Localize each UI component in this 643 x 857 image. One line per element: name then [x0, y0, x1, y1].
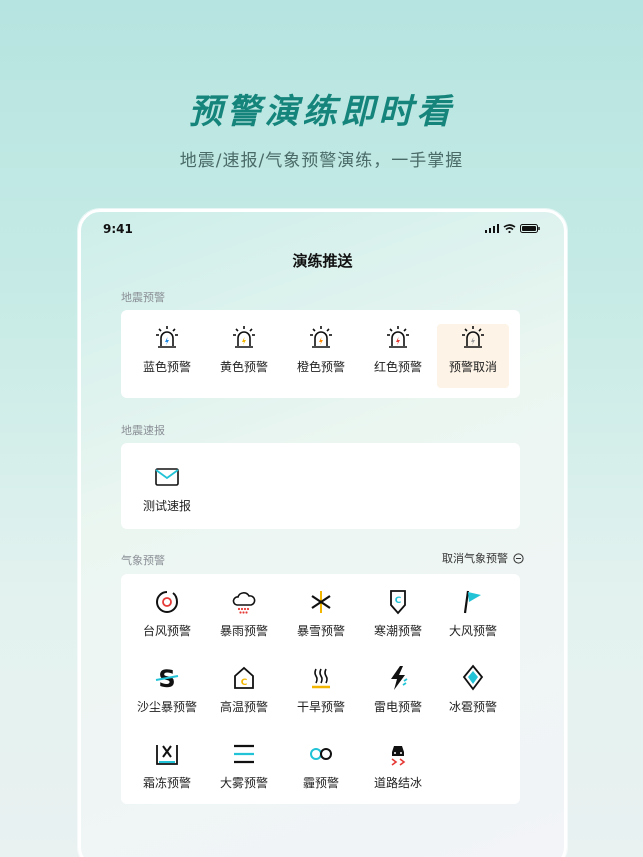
item-label: 寒潮预警	[373, 624, 422, 638]
item-label: 大风预警	[448, 624, 497, 638]
hail-warning-button[interactable]: 冰雹预警	[437, 664, 509, 728]
section-label-earthquake-report: 地震速报	[121, 424, 165, 437]
item-label: 测试速报	[142, 499, 191, 513]
item-label: 大雾预警	[219, 776, 268, 790]
typhoon-icon	[156, 591, 178, 613]
earthquake-warning-card: 蓝色预警 黄色预警 橙色预警 红色预警 预警取消	[121, 310, 520, 398]
gale-icon	[463, 590, 481, 614]
cancel-weather-warning-button[interactable]: 取消气象预警	[442, 550, 524, 566]
red-warning-button[interactable]: 红色预警	[362, 324, 434, 388]
heat-icon: C	[234, 666, 254, 689]
svg-text:C: C	[241, 678, 248, 688]
item-label: 预警取消	[448, 360, 497, 374]
item-label: 沙尘暴预警	[136, 700, 197, 714]
device-frame: 9:41 演练推送 地震预警 蓝色预警 黄色预警 橙色预警 红色预警 预警取消	[78, 209, 567, 857]
wifi-icon	[503, 224, 516, 233]
heat-warning-button[interactable]: C 高温预警	[208, 664, 280, 728]
item-label: 黄色预警	[219, 360, 268, 374]
frost-warning-button[interactable]: 霜冻预警	[131, 740, 203, 804]
orange-warning-button[interactable]: 橙色预警	[285, 324, 357, 388]
status-icons	[485, 224, 540, 233]
item-label: 红色预警	[373, 360, 422, 374]
lightning-icon	[391, 666, 408, 690]
page-title: 演练推送	[292, 252, 353, 270]
snowstorm-icon	[311, 591, 331, 613]
item-label: 冰雹预警	[448, 700, 497, 714]
blue-warning-button[interactable]: 蓝色预警	[131, 324, 203, 388]
lightning-warning-button[interactable]: 雷电预警	[362, 664, 434, 728]
drought-warning-button[interactable]: 干旱预警	[285, 664, 357, 728]
gale-warning-button[interactable]: 大风预警	[437, 588, 509, 652]
item-label: 暴雨预警	[219, 624, 268, 638]
item-label: 台风预警	[142, 624, 191, 638]
haze-icon	[310, 748, 332, 760]
sandstorm-icon: S	[155, 665, 179, 692]
rainstorm-warning-button[interactable]: 暴雨预警	[208, 588, 280, 652]
fog-warning-button[interactable]: 大雾预警	[208, 740, 280, 804]
minus-circle-icon	[513, 552, 524, 564]
section-label-earthquake-warning: 地震预警	[121, 291, 165, 304]
item-label: 蓝色预警	[142, 360, 191, 374]
road-icing-icon	[391, 746, 406, 766]
fog-icon	[234, 744, 254, 764]
item-label: 橙色预警	[296, 360, 345, 374]
red-alarm-icon	[387, 326, 409, 348]
yellow-warning-button[interactable]: 黄色预警	[208, 324, 280, 388]
status-bar: 9:41	[81, 212, 564, 248]
blue-alarm-icon	[156, 326, 178, 348]
hero-title: 预警演练即时看	[188, 92, 455, 132]
status-time: 9:41	[103, 222, 133, 236]
earthquake-report-card: 测试速报	[121, 443, 520, 529]
item-label: 道路结冰	[373, 776, 422, 790]
cancel-warning-button[interactable]: 预警取消	[437, 324, 509, 388]
item-label: 雷电预警	[373, 700, 422, 714]
cold-wave-icon: C	[390, 590, 406, 615]
sandstorm-warning-button[interactable]: S 沙尘暴预警	[131, 664, 203, 728]
item-label: 高温预警	[219, 700, 268, 714]
hero-subtitle: 地震/速报/气象预警演练，一手掌握	[179, 151, 464, 171]
drought-icon	[312, 668, 330, 689]
item-label: 干旱预警	[296, 700, 345, 714]
section-label-weather-warning: 气象预警	[121, 554, 165, 567]
cancel-weather-label: 取消气象预警	[442, 552, 508, 565]
frost-icon	[156, 745, 178, 765]
road-icing-warning-button[interactable]: 道路结冰	[362, 740, 434, 804]
hail-icon	[462, 664, 484, 691]
orange-alarm-icon	[310, 326, 332, 348]
weather-warning-card: 台风预警 暴雨预警 暴雪预警 C 寒潮预警 大风预警 S 沙尘暴预警 C 高温预…	[121, 574, 520, 804]
svg-text:C: C	[395, 596, 402, 606]
rainstorm-icon	[232, 592, 256, 614]
item-label: 霾预警	[302, 776, 339, 790]
typhoon-warning-button[interactable]: 台风预警	[131, 588, 203, 652]
snowstorm-warning-button[interactable]: 暴雪预警	[285, 588, 357, 652]
cancel-alarm-icon	[462, 326, 484, 348]
cold-wave-warning-button[interactable]: C 寒潮预警	[362, 588, 434, 652]
envelope-icon	[155, 468, 179, 486]
yellow-alarm-icon	[233, 326, 255, 348]
item-label: 暴雪预警	[296, 624, 345, 638]
haze-warning-button[interactable]: 霾预警	[285, 740, 357, 804]
test-report-button[interactable]: 测试速报	[131, 463, 203, 527]
battery-icon	[520, 224, 540, 233]
signal-icon	[485, 224, 499, 233]
item-label: 霜冻预警	[142, 776, 191, 790]
